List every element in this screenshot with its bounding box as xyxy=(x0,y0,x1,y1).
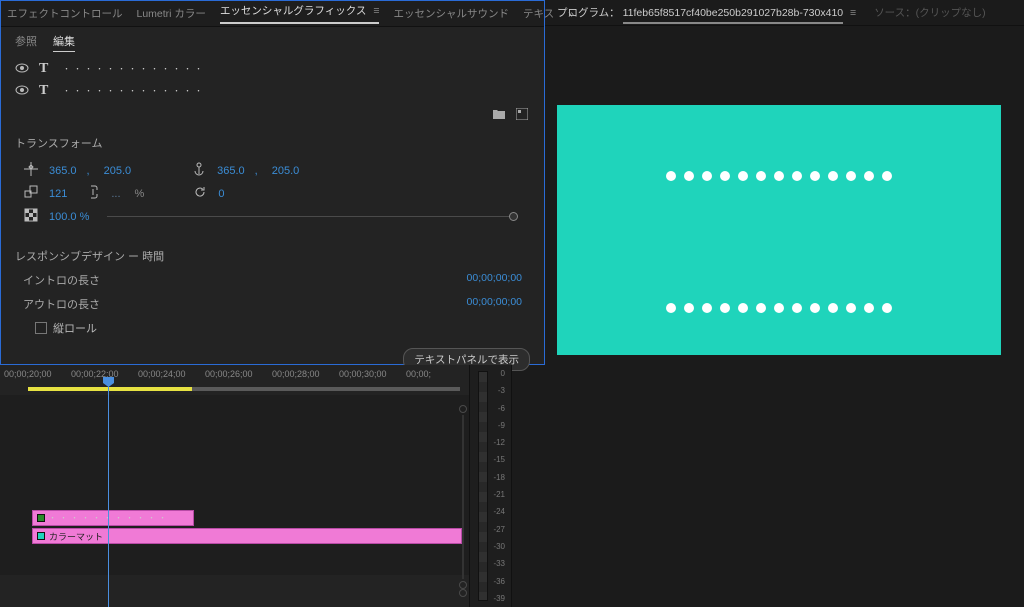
timeline-vscroll[interactable] xyxy=(459,405,467,597)
rotation-value[interactable]: 0 xyxy=(218,188,224,200)
scale-bar-rest xyxy=(192,387,460,391)
link-icon[interactable] xyxy=(85,185,101,202)
tab-text[interactable]: テキス xyxy=(523,6,554,21)
text-layer-icon: T xyxy=(39,61,53,77)
visibility-icon[interactable] xyxy=(15,63,29,76)
meter-tick: 0 xyxy=(493,369,505,378)
position-x[interactable]: 365.0 xyxy=(49,165,77,177)
meter-tick: -36 xyxy=(493,577,505,586)
color-matte-clip[interactable]: カラーマット xyxy=(32,528,462,544)
outro-length-value[interactable]: 00;00;00;00 xyxy=(467,296,522,312)
scrollbar-end-icon[interactable] xyxy=(459,581,467,589)
opacity-value[interactable]: 100.0 % xyxy=(49,211,89,223)
preview-dots-top xyxy=(666,171,892,181)
tabs-overflow-icon[interactable]: » xyxy=(568,8,574,20)
source-label[interactable]: ソース：(クリップなし) xyxy=(874,5,985,20)
meter-tick: -18 xyxy=(493,473,505,482)
preview-dots-bottom xyxy=(666,303,892,313)
meter-tick: -30 xyxy=(493,542,505,551)
ruler-tc: 00;00;20;00 xyxy=(0,369,67,383)
text-layer-icon: T xyxy=(39,83,53,99)
position-icon xyxy=(23,162,39,179)
timeline-workarea[interactable] xyxy=(0,383,469,395)
meter-tick: -39 xyxy=(493,594,505,603)
meter-tick: -15 xyxy=(493,455,505,464)
scrollbar-end-icon[interactable] xyxy=(459,589,467,597)
visibility-icon[interactable] xyxy=(15,85,29,98)
responsive-section-title: レスポンシブデザイン ー 時間 xyxy=(15,240,530,268)
intro-length-value[interactable]: 00;00;00;00 xyxy=(467,272,522,288)
meter-tick: -27 xyxy=(493,525,505,534)
tab-essential-sound[interactable]: エッセンシャルサウンド xyxy=(393,6,509,21)
tab-essential-graphics[interactable]: エッセンシャルグラフィックス ≡ xyxy=(220,3,380,24)
sub-tab-edit[interactable]: 編集 xyxy=(53,33,75,52)
program-menu-icon[interactable]: ≡ xyxy=(850,7,856,19)
meter-tick: -3 xyxy=(493,386,505,395)
audio-meters: 0 -3 -6 -9 -12 -15 -18 -21 -24 -27 -30 -… xyxy=(470,365,512,607)
layer-name-1: ・・・・・・・・・・・・・ xyxy=(63,64,206,74)
new-layer-icon[interactable] xyxy=(516,108,528,123)
program-label: プログラム： xyxy=(557,7,620,19)
panel-menu-icon[interactable]: ≡ xyxy=(373,5,379,17)
ruler-tc: 00;00;26;00 xyxy=(201,369,268,383)
ruler-tc: 00;00;28;00 xyxy=(268,369,335,383)
scale-icon xyxy=(23,185,39,202)
scale-value[interactable]: 121 xyxy=(49,188,67,200)
intro-length-label: イントロの長さ xyxy=(23,272,100,288)
clip-label: ・・・・・・・・・・・ xyxy=(49,513,170,523)
workarea-bar[interactable] xyxy=(28,387,192,391)
ruler-tc: 00;00; xyxy=(402,369,469,383)
meter-tick: -12 xyxy=(493,438,505,447)
ruler-tc: 00;00;24;00 xyxy=(134,369,201,383)
layer-row-1[interactable]: T ・・・・・・・・・・・・・ xyxy=(1,58,544,80)
ruler-tc: 00;00;22;00 xyxy=(67,369,134,383)
tab-effect-controls[interactable]: エフェクトコントロール xyxy=(7,6,123,21)
meter-tick: -33 xyxy=(493,559,505,568)
program-monitor[interactable] xyxy=(545,26,1024,365)
essential-graphics-panel: エフェクトコントロール Lumetri カラー エッセンシャルグラフィックス ≡… xyxy=(0,0,545,365)
percent-label: % xyxy=(135,188,145,200)
anchor-x[interactable]: 365.0 xyxy=(217,165,245,177)
bottom-right-area xyxy=(512,365,1024,607)
timeline-ruler[interactable]: 00;00;20;00 00;00;22;00 00;00;24;00 00;0… xyxy=(0,365,469,383)
meter-tick: -6 xyxy=(493,404,505,413)
opacity-icon xyxy=(23,208,39,225)
folder-icon[interactable] xyxy=(492,108,506,123)
program-name[interactable]: 11feb65f8517cf40be250b291027b28b-730x410 xyxy=(623,7,844,24)
clip-thumb-icon xyxy=(37,514,45,522)
sub-tab-bar: 参照 編集 xyxy=(1,27,544,58)
tab-lumetri[interactable]: Lumetri カラー xyxy=(137,6,206,21)
outro-length-label: アウトロの長さ xyxy=(23,296,100,312)
layer-name-2: ・・・・・・・・・・・・・ xyxy=(63,86,206,96)
rotation-icon xyxy=(192,185,208,202)
scrollbar-end-icon[interactable] xyxy=(459,405,467,413)
meter-tick: -9 xyxy=(493,421,505,430)
scale-y[interactable]: ... xyxy=(111,188,120,200)
roll-checkbox[interactable] xyxy=(35,322,47,334)
position-y[interactable]: 205.0 xyxy=(104,165,132,177)
timeline-panel: 00;00;20;00 00;00;22;00 00;00;24;00 00;0… xyxy=(0,365,470,607)
meter-bar xyxy=(478,371,488,601)
panel-tab-bar: エフェクトコントロール Lumetri カラー エッセンシャルグラフィックス ≡… xyxy=(1,1,544,27)
sub-tab-browse[interactable]: 参照 xyxy=(15,33,37,52)
clip-thumb-icon xyxy=(37,532,45,540)
roll-label: 縦ロール xyxy=(53,320,97,336)
clip-label: カラーマット xyxy=(49,530,103,543)
opacity-slider[interactable] xyxy=(107,216,514,217)
anchor-icon xyxy=(191,162,207,179)
timeline-tracks[interactable]: ・・・・・・・・・・・ カラーマット xyxy=(0,395,469,575)
meter-tick: -21 xyxy=(493,490,505,499)
preview-canvas xyxy=(557,105,1001,355)
meter-tick: -24 xyxy=(493,507,505,516)
ruler-tc: 00;00;30;00 xyxy=(335,369,402,383)
tab-essential-graphics-label: エッセンシャルグラフィックス xyxy=(220,5,366,17)
layer-row-2[interactable]: T ・・・・・・・・・・・・・ xyxy=(1,80,544,102)
playhead[interactable] xyxy=(108,377,109,607)
anchor-y[interactable]: 205.0 xyxy=(272,165,300,177)
graphics-clip[interactable]: ・・・・・・・・・・・ xyxy=(32,510,194,526)
slider-knob[interactable] xyxy=(509,212,518,221)
transform-section-title: トランスフォーム xyxy=(1,127,544,155)
program-header: プログラム： 11feb65f8517cf40be250b291027b28b-… xyxy=(545,0,1024,26)
